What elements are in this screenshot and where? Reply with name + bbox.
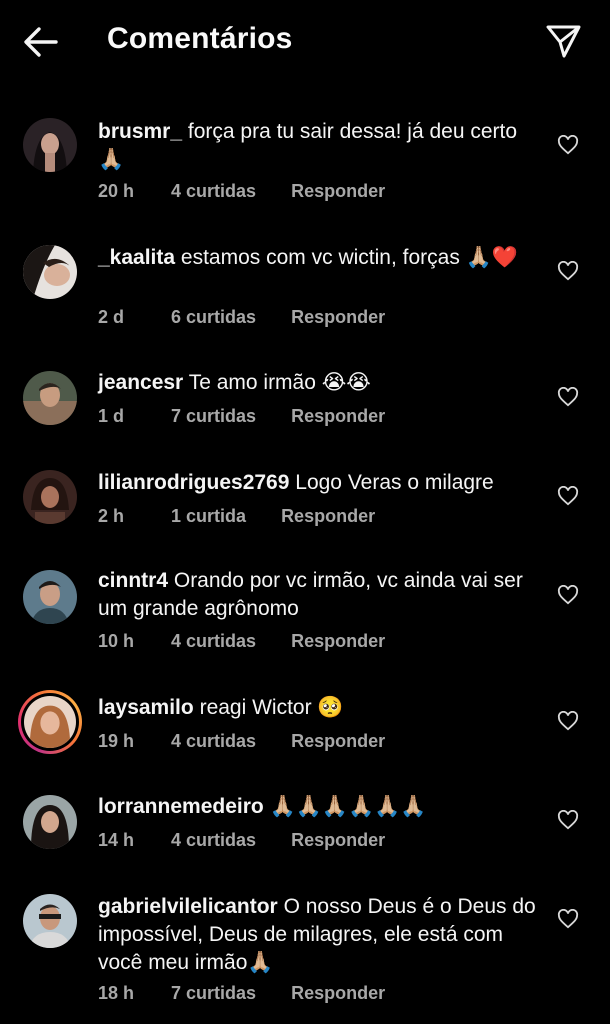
back-button[interactable] (22, 24, 60, 60)
heart-icon[interactable] (557, 387, 579, 407)
comment-time: 1 d (98, 406, 125, 426)
avatar[interactable] (23, 118, 77, 172)
avatar[interactable] (23, 570, 77, 624)
avatar[interactable] (23, 470, 77, 524)
page-title: Comentários (107, 22, 293, 55)
comment-time: 10 h (98, 631, 135, 651)
comment-likes[interactable]: 4 curtidas (171, 631, 256, 652)
heart-icon[interactable] (557, 486, 579, 506)
user-photo (23, 118, 77, 172)
comment-username[interactable]: lilianrodrigues2769 (98, 471, 289, 494)
comment-username[interactable]: laysamilo (98, 696, 194, 719)
comment-username[interactable]: jeancesr (98, 371, 183, 394)
reply-button[interactable]: Responder (291, 983, 385, 1004)
heart-icon[interactable] (557, 135, 579, 155)
comment-likes[interactable]: 7 curtidas (171, 406, 256, 427)
comment-time: 2 d (98, 307, 125, 327)
comment-time: 14 h (98, 830, 135, 850)
user-photo (23, 371, 77, 425)
comment-username[interactable]: brusmr_ (98, 120, 182, 143)
comment-text: Te amo irmão 😭😭 (188, 371, 371, 394)
arrow-left-icon (24, 27, 58, 57)
comment-text: Logo Veras o milagre (295, 471, 494, 494)
comment-time: 20 h (98, 181, 135, 201)
user-photo (23, 795, 77, 849)
avatar[interactable] (23, 371, 77, 425)
comment-text: reagi Wictor 🥺 (199, 696, 344, 719)
heart-icon[interactable] (557, 585, 579, 605)
heart-icon[interactable] (557, 909, 579, 929)
comment-likes[interactable]: 4 curtidas (171, 731, 256, 752)
send-icon (546, 25, 581, 58)
avatar[interactable] (23, 894, 77, 948)
top-bar: Comentários (0, 0, 610, 84)
comment-username[interactable]: cinntr4 (98, 569, 168, 592)
comment-username[interactable]: gabrielvilelicantor (98, 895, 278, 918)
comment-username[interactable]: _kaalita (98, 246, 175, 269)
comment-likes[interactable]: 1 curtida (171, 506, 246, 527)
heart-icon[interactable] (557, 711, 579, 731)
heart-icon[interactable] (557, 810, 579, 830)
reply-button[interactable]: Responder (291, 181, 385, 202)
user-photo (23, 245, 77, 299)
comment-time: 2 h (98, 506, 125, 526)
reply-button[interactable]: Responder (291, 731, 385, 752)
reply-button[interactable]: Responder (291, 307, 385, 328)
comment-time: 18 h (98, 983, 135, 1003)
reply-button[interactable]: Responder (291, 830, 385, 851)
comment-likes[interactable]: 4 curtidas (171, 830, 256, 851)
avatar-story-ring[interactable] (18, 690, 82, 754)
user-photo (23, 470, 77, 524)
user-photo (23, 894, 77, 948)
comment-username[interactable]: lorrannemedeiro (98, 795, 264, 818)
user-photo (24, 696, 76, 748)
avatar[interactable] (23, 795, 77, 849)
comment-likes[interactable]: 4 curtidas (171, 181, 256, 202)
comment-likes[interactable]: 6 curtidas (171, 307, 256, 328)
share-button[interactable] (544, 22, 582, 60)
user-photo (23, 570, 77, 624)
avatar[interactable] (23, 245, 77, 299)
comment-text: 🙏🏼🙏🏼🙏🏼🙏🏼🙏🏼🙏🏼 (269, 795, 427, 818)
comment-time: 19 h (98, 731, 135, 751)
reply-button[interactable]: Responder (291, 406, 385, 427)
comment-text: estamos com vc wictin, forças 🙏🏼❤️ (180, 246, 518, 269)
heart-icon[interactable] (557, 261, 579, 281)
comment-likes[interactable]: 7 curtidas (171, 983, 256, 1004)
reply-button[interactable]: Responder (281, 506, 375, 527)
reply-button[interactable]: Responder (291, 631, 385, 652)
